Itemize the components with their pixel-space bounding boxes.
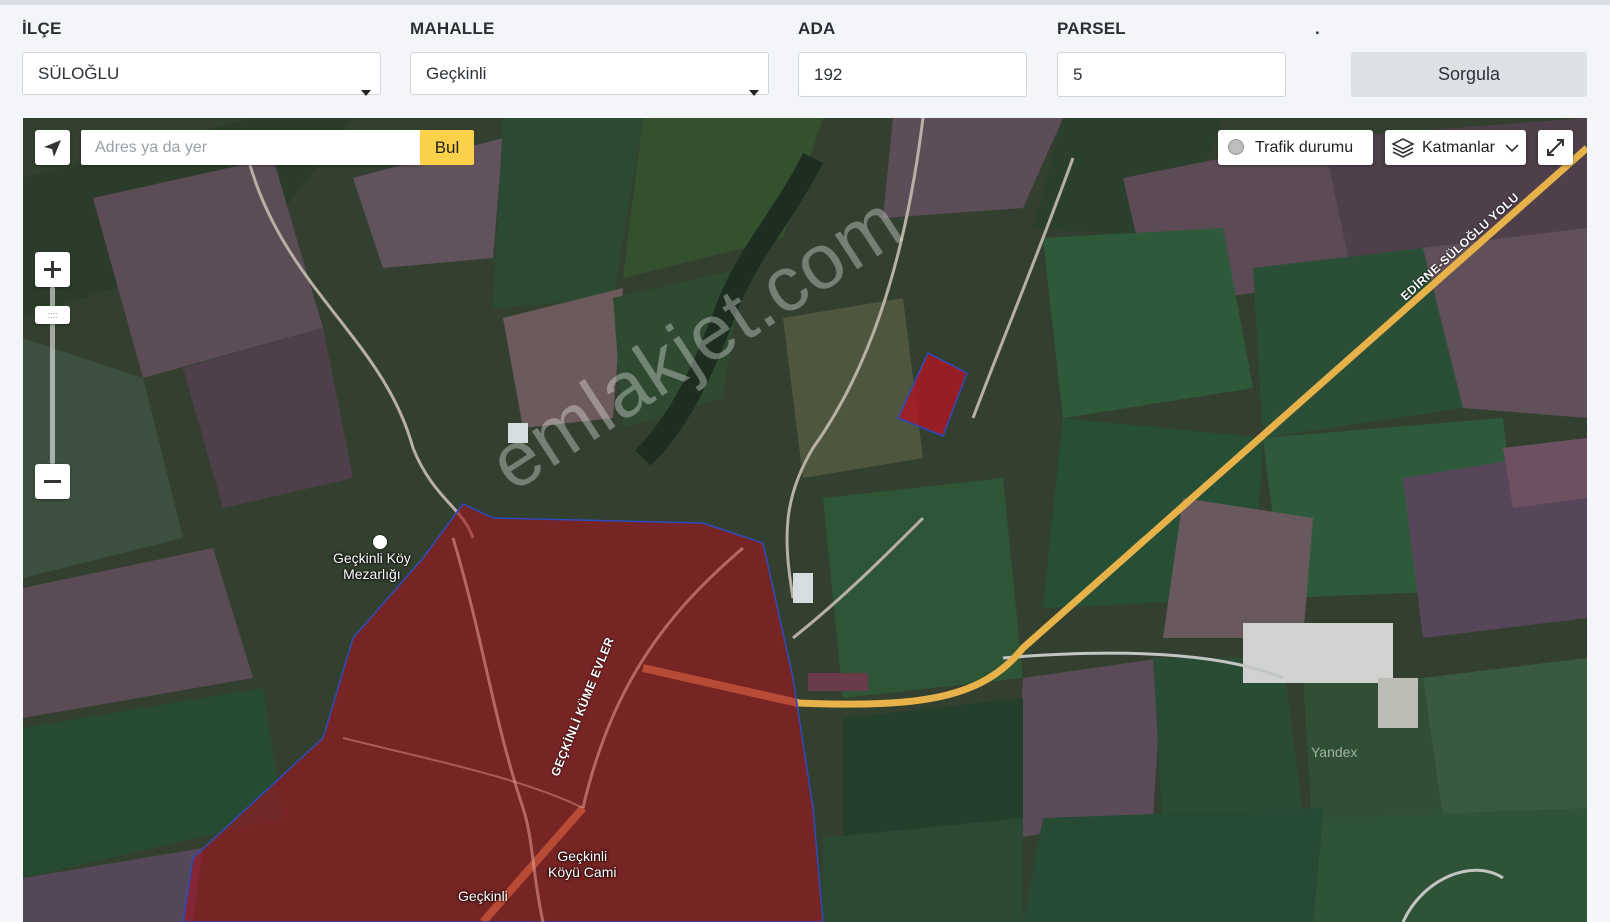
neighborhood-value: Geçkinli <box>426 64 487 83</box>
district-select[interactable]: SÜLOĞLU <box>22 52 381 96</box>
parcel-input[interactable]: 5 <box>1057 52 1286 97</box>
layers-button[interactable]: Katmanlar <box>1385 130 1526 165</box>
layers-icon <box>1391 138 1415 158</box>
district-value: SÜLOĞLU <box>38 64 120 83</box>
chevron-down-icon <box>749 90 759 96</box>
chevron-down-icon <box>361 90 371 96</box>
zoom-out-button[interactable] <box>35 464 70 499</box>
block-input[interactable]: 192 <box>798 52 1027 97</box>
address-search-input[interactable]: Adres ya da yer <box>81 130 420 165</box>
zoom-in-button[interactable] <box>35 252 70 287</box>
neighborhood-select[interactable]: Geçkinli <box>410 52 769 96</box>
yandex-brand: Yandex <box>1311 744 1358 760</box>
cemetery-label: Geçkinli Köy Mezarlığı <box>333 550 411 582</box>
parcel-value: 5 <box>1073 65 1083 84</box>
chevron-down-icon <box>1505 144 1519 153</box>
parcel-label: PARSEL <box>1057 19 1126 38</box>
zoom-in-icon <box>44 261 61 278</box>
query-button[interactable]: Sorgula <box>1351 52 1587 97</box>
layers-label: Katmanlar <box>1422 139 1495 156</box>
village-label: Geçkinli <box>458 888 508 904</box>
find-button[interactable]: Bul <box>420 130 474 165</box>
district-label: İLÇE <box>22 19 62 38</box>
block-label: ADA <box>798 19 836 38</box>
traffic-button[interactable]: Trafik durumu <box>1218 130 1373 165</box>
map-view[interactable]: emlakjet.com Geçkinli Köy Mezarlığı Geçk… <box>23 118 1587 922</box>
fullscreen-button[interactable] <box>1538 130 1573 165</box>
locate-icon <box>44 140 61 157</box>
zoom-out-icon <box>44 480 61 483</box>
fullscreen-icon <box>1547 139 1564 156</box>
mosque-label: Geçkinli Köyü Cami <box>548 848 617 880</box>
neighborhood-label: MAHALLE <box>410 19 495 38</box>
block-value: 192 <box>814 65 843 84</box>
traffic-label: Trafik durumu <box>1255 139 1354 156</box>
locate-button[interactable] <box>35 130 70 165</box>
top-divider <box>0 0 1610 5</box>
cemetery-icon <box>373 535 387 549</box>
traffic-icon <box>1228 139 1244 155</box>
zoom-slider-handle[interactable]: :::: <box>35 306 70 324</box>
action-label: . <box>1315 19 1320 38</box>
